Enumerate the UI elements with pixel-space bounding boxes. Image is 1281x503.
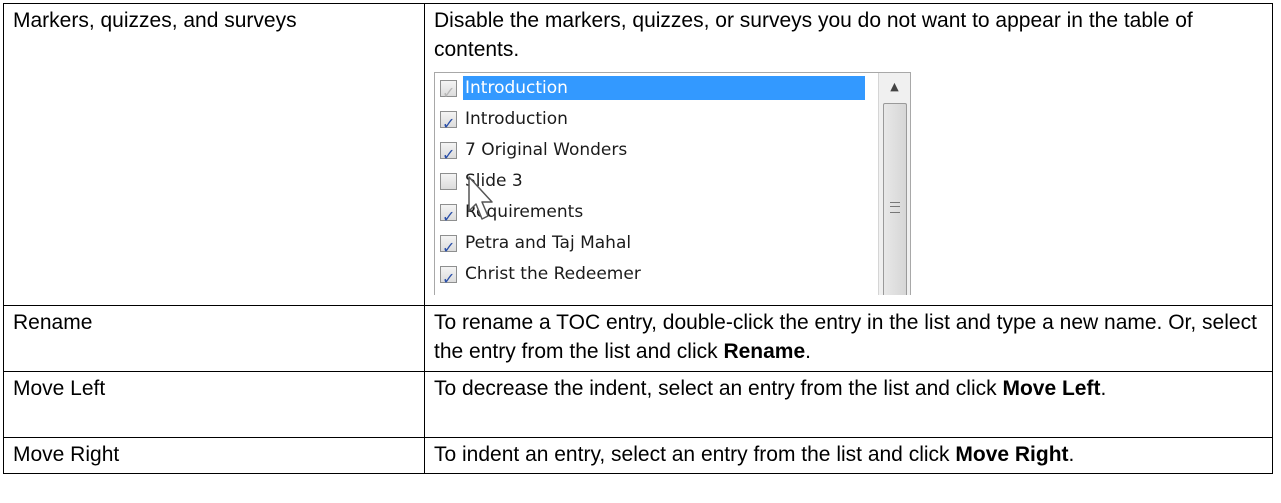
description-cell: To rename a TOC entry, double-click the … xyxy=(424,305,1273,372)
list-item-label: Petra and Taj Mahal xyxy=(465,233,632,253)
options-table: Markers, quizzes, and surveys Disable th… xyxy=(3,3,1273,474)
checkbox[interactable] xyxy=(440,264,457,293)
table-row: Markers, quizzes, and surveys Disable th… xyxy=(3,3,1273,306)
description-bold: Move Right xyxy=(955,443,1069,466)
scroll-thumb[interactable] xyxy=(883,103,907,295)
description-text: Disable the markers, quizzes, or surveys… xyxy=(434,9,1193,61)
checkbox[interactable] xyxy=(440,140,457,169)
term-cell: Rename xyxy=(3,305,425,372)
checkbox[interactable] xyxy=(440,202,457,231)
list-item[interactable]: Introduction xyxy=(435,73,875,107)
description-text: To indent an entry, select an entry from… xyxy=(434,443,956,466)
list-item[interactable]: Petra and Taj Mahal xyxy=(435,228,875,262)
list-item-label: Introduction xyxy=(465,109,568,129)
list-item[interactable]: Slide 3 xyxy=(435,166,875,197)
description-cell: To indent an entry, select an entry from… xyxy=(424,437,1273,474)
checkbox[interactable] xyxy=(440,109,457,138)
list-item[interactable]: Introduction xyxy=(435,104,875,138)
description-bold: Rename xyxy=(723,340,806,363)
toc-checklist[interactable]: Introduction Introduction 7 Original Won… xyxy=(434,72,911,295)
checkbox[interactable] xyxy=(440,78,457,107)
description-text: To rename a TOC entry, double-click the … xyxy=(434,311,1257,363)
mouse-pointer-icon xyxy=(468,176,493,220)
checkbox[interactable] xyxy=(440,233,457,262)
description-end: . xyxy=(805,340,811,363)
list-item-label: Christ the Redeemer xyxy=(465,264,641,284)
list-item-label: 7 Original Wonders xyxy=(465,140,628,160)
scroll-grip-icon xyxy=(890,202,900,213)
description-text: To decrease the indent, select an entry … xyxy=(434,377,1003,400)
checkbox[interactable] xyxy=(440,173,457,190)
list-item[interactable]: Christ the Redeemer xyxy=(435,259,875,293)
description-end: . xyxy=(1100,377,1107,400)
list-item-label: Introduction xyxy=(463,76,865,100)
description-end: . xyxy=(1068,443,1075,466)
table-row: Move Left To decrease the indent, select… xyxy=(3,371,1273,438)
term-cell: Move Right xyxy=(3,437,425,474)
term-cell: Move Left xyxy=(3,371,425,438)
table-row: Rename To rename a TOC entry, double-cli… xyxy=(3,305,1273,372)
description-bold: Move Left xyxy=(1002,377,1101,400)
list-item[interactable]: 7 Original Wonders xyxy=(435,135,875,169)
scroll-up-arrow-icon[interactable]: ▲ xyxy=(879,73,910,101)
table-row: Move Right To indent an entry, select an… xyxy=(3,437,1273,474)
list-item[interactable]: Requirements xyxy=(435,197,875,231)
description-cell: Disable the markers, quizzes, or surveys… xyxy=(424,3,1273,306)
term-cell: Markers, quizzes, and surveys xyxy=(3,3,425,306)
description-cell: To decrease the indent, select an entry … xyxy=(424,371,1273,438)
vertical-scrollbar[interactable]: ▲ xyxy=(878,73,910,295)
